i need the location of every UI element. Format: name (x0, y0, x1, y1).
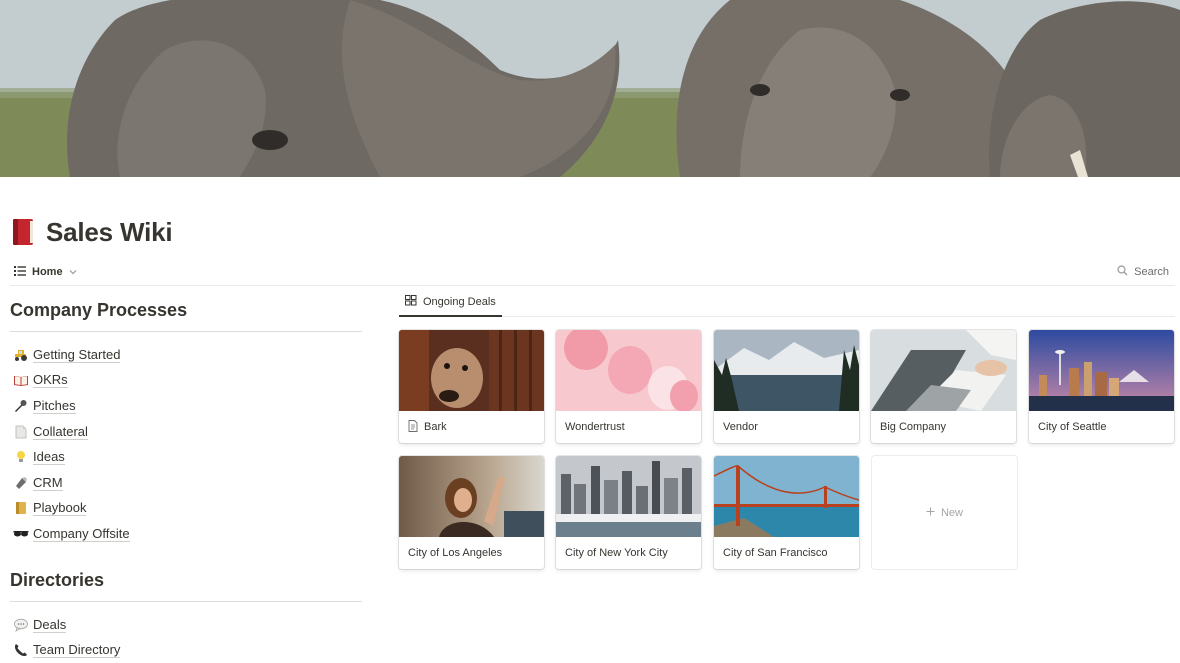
card-title: Bark (424, 421, 447, 433)
card-title: Wondertrust (565, 421, 625, 433)
card-title: Big Company (880, 421, 947, 433)
card-caption: Big Company (871, 411, 1016, 443)
directories-list: Deals Team Directory (10, 612, 362, 663)
gallery-card-city-of-san-francisco[interactable]: City of San Francisco (714, 456, 859, 569)
page-link-ideas[interactable]: Ideas (10, 444, 362, 470)
gallery-card-big-company[interactable]: Big Company (871, 330, 1016, 443)
new-card-button[interactable]: New (872, 456, 1017, 569)
view-bar: Home Search (10, 260, 1175, 286)
gallery-tab-bar: Ongoing Deals (399, 288, 1175, 317)
link-label: Playbook (33, 500, 87, 517)
gallery-card-city-of-new-york-city[interactable]: City of New York City (556, 456, 701, 569)
left-column: Company Processes Getting Started OKRs P… (10, 300, 362, 663)
card-caption: Bark (399, 411, 544, 443)
new-york-skyline-photo (556, 456, 701, 537)
page-icon (408, 419, 418, 435)
home-label: Home (32, 266, 63, 278)
page-header: Sales Wiki (10, 212, 173, 252)
card-title: City of New York City (565, 547, 668, 559)
list-icon (14, 265, 26, 279)
card-title: Vendor (723, 421, 758, 433)
new-label: New (940, 506, 963, 519)
link-label: Pitches (33, 397, 76, 414)
card-title: City of Seattle (1038, 421, 1107, 433)
page-link-team-directory[interactable]: Team Directory (10, 637, 362, 663)
tab-label: Ongoing Deals (423, 295, 496, 308)
page-link-pitches[interactable]: Pitches (10, 393, 362, 419)
gallery-card-bark[interactable]: Bark (399, 330, 544, 443)
section-heading-directories: Directories (10, 570, 362, 602)
sunglasses-icon (13, 526, 29, 542)
gallery-card-city-of-seattle[interactable]: City of Seattle (1029, 330, 1174, 443)
link-label: Deals (33, 616, 67, 633)
tractor-icon (13, 347, 29, 363)
flashlight-icon (13, 475, 29, 491)
link-label: Ideas (33, 449, 65, 466)
open-book-icon (13, 372, 29, 388)
speech-bubble-icon (13, 617, 29, 633)
tab-ongoing-deals[interactable]: Ongoing Deals (399, 288, 502, 317)
card-caption: City of Los Angeles (399, 537, 544, 569)
gallery-card-vendor[interactable]: Vendor (714, 330, 859, 443)
gallery-grid-icon (405, 294, 417, 309)
search-button[interactable]: Search (1117, 262, 1169, 282)
dog-photo (399, 330, 544, 411)
gallery-card-wondertrust[interactable]: Wondertrust (556, 330, 701, 443)
page-link-company-offsite[interactable]: Company Offsite (10, 521, 362, 547)
lake-mountains-photo (714, 330, 859, 411)
laptop-desk-photo (871, 330, 1016, 411)
page-link-deals[interactable]: Deals (10, 612, 362, 638)
lightbulb-icon (13, 449, 29, 465)
page-link-getting-started[interactable]: Getting Started (10, 342, 362, 368)
search-icon (1117, 265, 1128, 279)
link-label: CRM (33, 474, 63, 491)
chevron-down-icon (69, 266, 77, 278)
balloons-photo (556, 330, 701, 411)
link-label: Team Directory (33, 642, 121, 659)
ledger-icon (13, 500, 29, 516)
golden-gate-bridge-photo (714, 456, 859, 537)
page-title: Sales Wiki (46, 216, 173, 247)
section-heading-company-processes: Company Processes (10, 300, 362, 332)
link-label: Company Offsite (33, 525, 130, 542)
link-label: Collateral (33, 423, 88, 440)
card-title: City of San Francisco (723, 547, 828, 559)
search-label: Search (1134, 266, 1169, 278)
plus-icon (926, 507, 935, 519)
gallery-view: Ongoing Deals Bark Wondertrust Vendor Bi… (399, 288, 1175, 569)
card-caption: City of San Francisco (714, 537, 859, 569)
page-link-playbook[interactable]: Playbook (10, 496, 362, 522)
cover-image (0, 0, 1180, 177)
red-book-icon (10, 217, 36, 247)
document-icon (13, 424, 29, 440)
card-caption: City of New York City (556, 537, 701, 569)
card-caption: City of Seattle (1029, 411, 1174, 443)
card-title: City of Los Angeles (408, 547, 503, 559)
page-link-crm[interactable]: CRM (10, 470, 362, 496)
home-view-selector[interactable]: Home (14, 262, 77, 282)
woman-portrait-photo (399, 456, 544, 537)
microphone-icon (13, 398, 29, 414)
page-link-collateral[interactable]: Collateral (10, 419, 362, 445)
company-processes-list: Getting Started OKRs Pitches Collateral … (10, 342, 362, 547)
card-caption: Vendor (714, 411, 859, 443)
card-caption: Wondertrust (556, 411, 701, 443)
page-link-okrs[interactable]: OKRs (10, 368, 362, 394)
link-label: Getting Started (33, 346, 121, 363)
telephone-icon (13, 642, 29, 658)
seattle-skyline-photo (1029, 330, 1174, 411)
link-label: OKRs (33, 372, 68, 389)
gallery-card-city-of-los-angeles[interactable]: City of Los Angeles (399, 456, 544, 569)
